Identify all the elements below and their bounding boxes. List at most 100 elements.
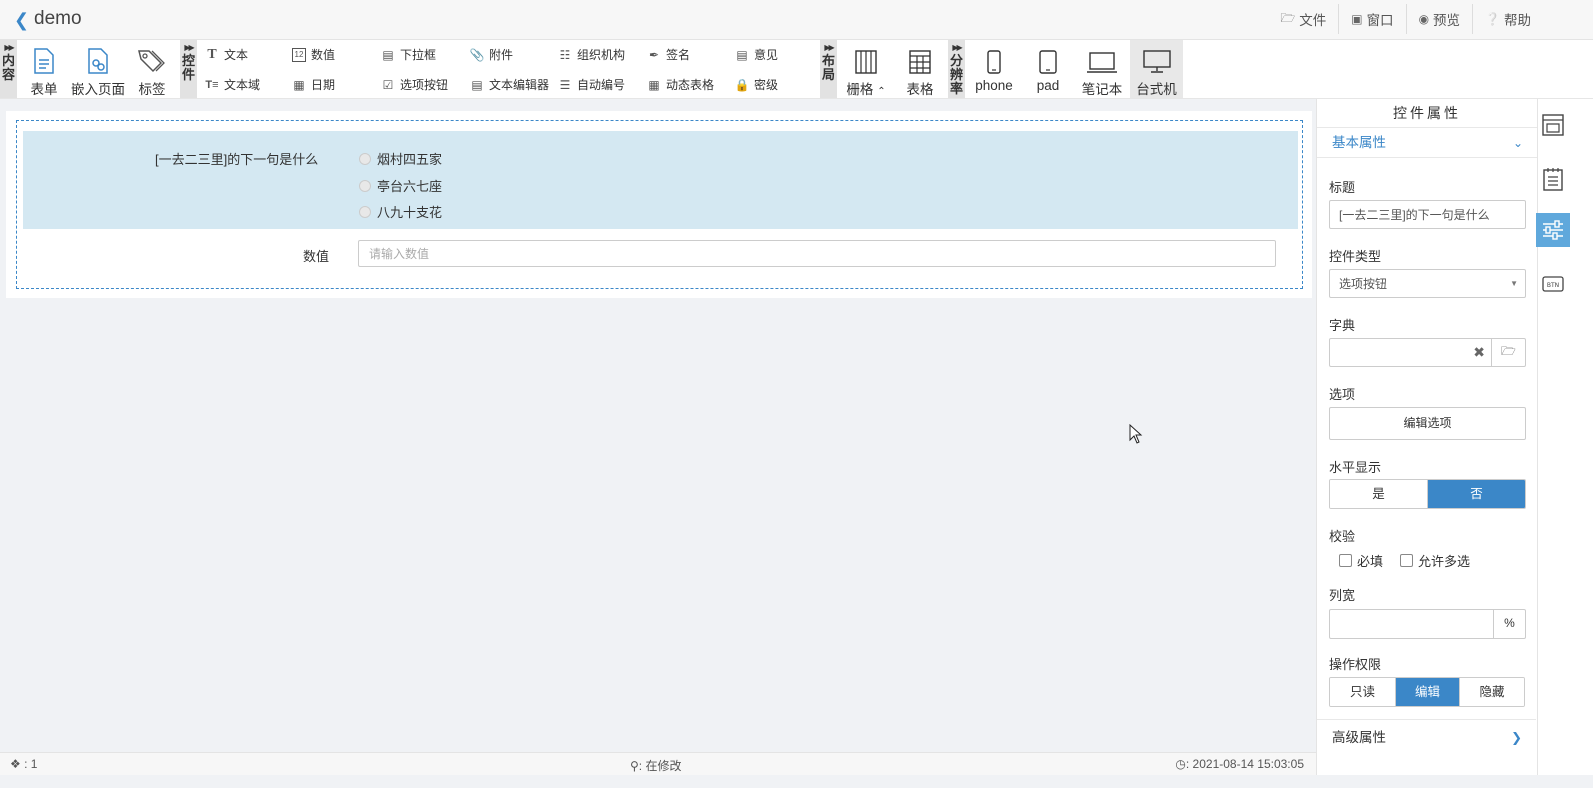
number-input[interactable]: 请输入数值 <box>358 240 1276 267</box>
dict-field-label: 字典 <box>1329 318 1356 333</box>
back-chevron-icon[interactable]: ❮ <box>14 10 29 31</box>
tool-form-label: 表单 <box>30 82 58 97</box>
tool-signature-label: 签名 <box>666 48 691 62</box>
table-icon: ▦ <box>648 77 660 92</box>
tool-embed-page-label: 嵌入页面 <box>71 82 125 97</box>
menu-preview[interactable]: ◉ 预览 <box>1405 4 1472 34</box>
perm-hide-button[interactable]: 隐藏 <box>1459 678 1524 706</box>
tool-date[interactable]: ▦ 日期 <box>292 76 335 93</box>
tool-number[interactable]: 12 数值 <box>292 46 335 63</box>
toolbar: ▶▶ 内容 表单 嵌入页面 标签 ▶▶ 控件 T 文本 12 数值 ▤ 下拉框 📎 附件 ☷… <box>0 40 1593 99</box>
signature-icon: ✒ <box>648 47 660 62</box>
table-grid-icon <box>909 50 931 74</box>
tool-security-level-label: 密级 <box>754 78 779 92</box>
tool-organization[interactable]: ☷ 组织机构 <box>558 46 625 63</box>
document-icon <box>34 48 54 74</box>
radio-option[interactable]: 亭台六七座 <box>359 176 442 195</box>
chevron-right-icon: ❯ <box>1511 730 1522 745</box>
radio-circle-icon[interactable] <box>359 179 371 192</box>
tool-desktop[interactable]: 台式机 <box>1130 40 1183 98</box>
svg-text:BTN: BTN <box>1547 282 1559 289</box>
selected-radio-row[interactable]: [一去二三里]的下一句是什么 烟村四五家 亭台六七座 八九十支花 <box>23 131 1298 229</box>
number-icon: 12 <box>292 47 306 62</box>
tool-opinion[interactable]: ▤ 意见 <box>735 46 778 63</box>
title-bar: ❮ demo 🗁 文件 ▣ 窗口 ◉ 预览 ❔ 帮助 <box>0 0 1593 40</box>
horizontal-no-button[interactable]: 否 <box>1427 480 1525 508</box>
design-canvas[interactable]: [一去二三里]的下一句是什么 烟村四五家 亭台六七座 八九十支花 数值 请输入数… <box>6 111 1312 298</box>
form-list-icon[interactable] <box>1536 162 1570 196</box>
tool-dynamic-table[interactable]: ▦ 动态表格 <box>647 76 714 93</box>
tool-signature[interactable]: ✒ 签名 <box>647 46 690 63</box>
radio-circle-icon[interactable] <box>359 152 371 165</box>
tool-text-label: 文本 <box>224 48 249 62</box>
button-tag-icon[interactable]: BTN <box>1536 267 1570 301</box>
required-checkbox[interactable]: 必填 <box>1339 551 1383 570</box>
horizontal-toggle: 是 否 <box>1329 479 1526 509</box>
radio-check-icon: ☑ <box>382 77 394 92</box>
type-select[interactable]: 选项按钮 ▼ <box>1329 269 1526 298</box>
tool-phone[interactable]: phone <box>970 40 1018 98</box>
menu-file[interactable]: 🗁 文件 <box>1268 4 1338 34</box>
tool-form[interactable]: 表单 <box>26 40 62 98</box>
horizontal-label: 水平显示 <box>1329 460 1382 475</box>
question-circle-icon: ❔ <box>1485 12 1500 26</box>
advanced-section-label: 高级属性 <box>1332 730 1386 745</box>
tool-laptop[interactable]: 笔记本 <box>1077 40 1127 98</box>
checkbox-icon[interactable] <box>1400 554 1413 567</box>
tool-text[interactable]: T 文本 <box>205 46 248 63</box>
layout-panel-icon[interactable] <box>1536 108 1570 142</box>
cubes-icon: ❖ <box>10 757 21 771</box>
control-group-toggle[interactable]: ▶▶ 控件 <box>180 40 197 98</box>
tool-textarea[interactable]: T≡ 文本域 <box>205 76 260 93</box>
link-page-icon <box>88 48 108 74</box>
radio-option[interactable]: 烟村四五家 <box>359 149 442 168</box>
checkbox-icon[interactable] <box>1339 554 1352 567</box>
tool-tag[interactable]: 标签 <box>134 40 170 98</box>
tool-attachment[interactable]: 📎 附件 <box>470 46 513 63</box>
tool-security-level[interactable]: 🔒 密级 <box>735 76 778 93</box>
dict-field[interactable]: ✖ 🗁 <box>1329 338 1526 367</box>
control-group-label: 控件 <box>181 53 195 82</box>
app-title: demo <box>34 8 82 29</box>
tool-rich-editor[interactable]: ▤ 文本编辑器 <box>470 76 549 93</box>
tool-radio[interactable]: ☑ 选项按钮 <box>381 76 448 93</box>
type-field-label: 控件类型 <box>1329 249 1382 264</box>
tool-grid[interactable]: 栅格 ⌃ <box>842 40 890 98</box>
radio-circle-icon[interactable] <box>359 205 371 218</box>
folder-open-icon[interactable]: 🗁 <box>1491 338 1525 367</box>
layout-group-toggle[interactable]: ▶▶ 布局 <box>820 40 837 98</box>
radio-option[interactable]: 八九十支花 <box>359 202 442 221</box>
title-field[interactable]: [一去二三里]的下一句是什么 <box>1329 200 1526 229</box>
tool-dropdown[interactable]: ▤ 下拉框 <box>381 46 436 63</box>
status-count: : 1 <box>24 757 38 771</box>
radio-option-label: 烟村四五家 <box>377 152 443 167</box>
menu-window-label: 窗口 <box>1366 13 1394 28</box>
paperclip-icon: 📎 <box>469 47 485 62</box>
tool-textarea-label: 文本域 <box>224 78 261 92</box>
permission-toggle: 只读 编辑 隐藏 <box>1329 677 1525 707</box>
width-field[interactable]: % <box>1329 609 1526 639</box>
edit-options-button[interactable]: 编辑选项 <box>1329 407 1526 440</box>
tool-table[interactable]: 表格 <box>900 40 940 98</box>
multi-select-checkbox[interactable]: 允许多选 <box>1400 551 1470 570</box>
tool-dynamic-table-label: 动态表格 <box>666 78 715 92</box>
tool-auto-number[interactable]: ☰ 自动编号 <box>558 76 625 93</box>
menu-help[interactable]: ❔ 帮助 <box>1472 4 1543 34</box>
clear-x-icon[interactable]: ✖ <box>1473 344 1485 361</box>
percent-addon: % <box>1493 609 1525 639</box>
perm-edit-button[interactable]: 编辑 <box>1395 678 1459 706</box>
mouse-cursor-icon <box>1129 424 1143 444</box>
basic-properties-section[interactable]: 基本属性 ⌄ <box>1317 128 1537 158</box>
advanced-properties-section[interactable]: 高级属性 ❯ <box>1317 719 1536 755</box>
horizontal-yes-button[interactable]: 是 <box>1330 480 1427 508</box>
menu-window[interactable]: ▣ 窗口 <box>1338 4 1405 34</box>
tool-pad[interactable]: pad <box>1028 40 1068 98</box>
perm-readonly-button[interactable]: 只读 <box>1330 678 1395 706</box>
form-container[interactable]: [一去二三里]的下一句是什么 烟村四五家 亭台六七座 八九十支花 数值 请输入数… <box>16 120 1303 289</box>
menu-preview-label: 预览 <box>1433 13 1461 28</box>
content-group-toggle[interactable]: ▶▶ 内容 <box>0 40 17 98</box>
tool-attachment-label: 附件 <box>489 48 514 62</box>
tool-embed-page[interactable]: 嵌入页面 <box>68 40 128 98</box>
resolution-group-toggle[interactable]: ▶▶ 分辨率 <box>948 40 965 98</box>
sliders-icon[interactable] <box>1536 213 1570 247</box>
